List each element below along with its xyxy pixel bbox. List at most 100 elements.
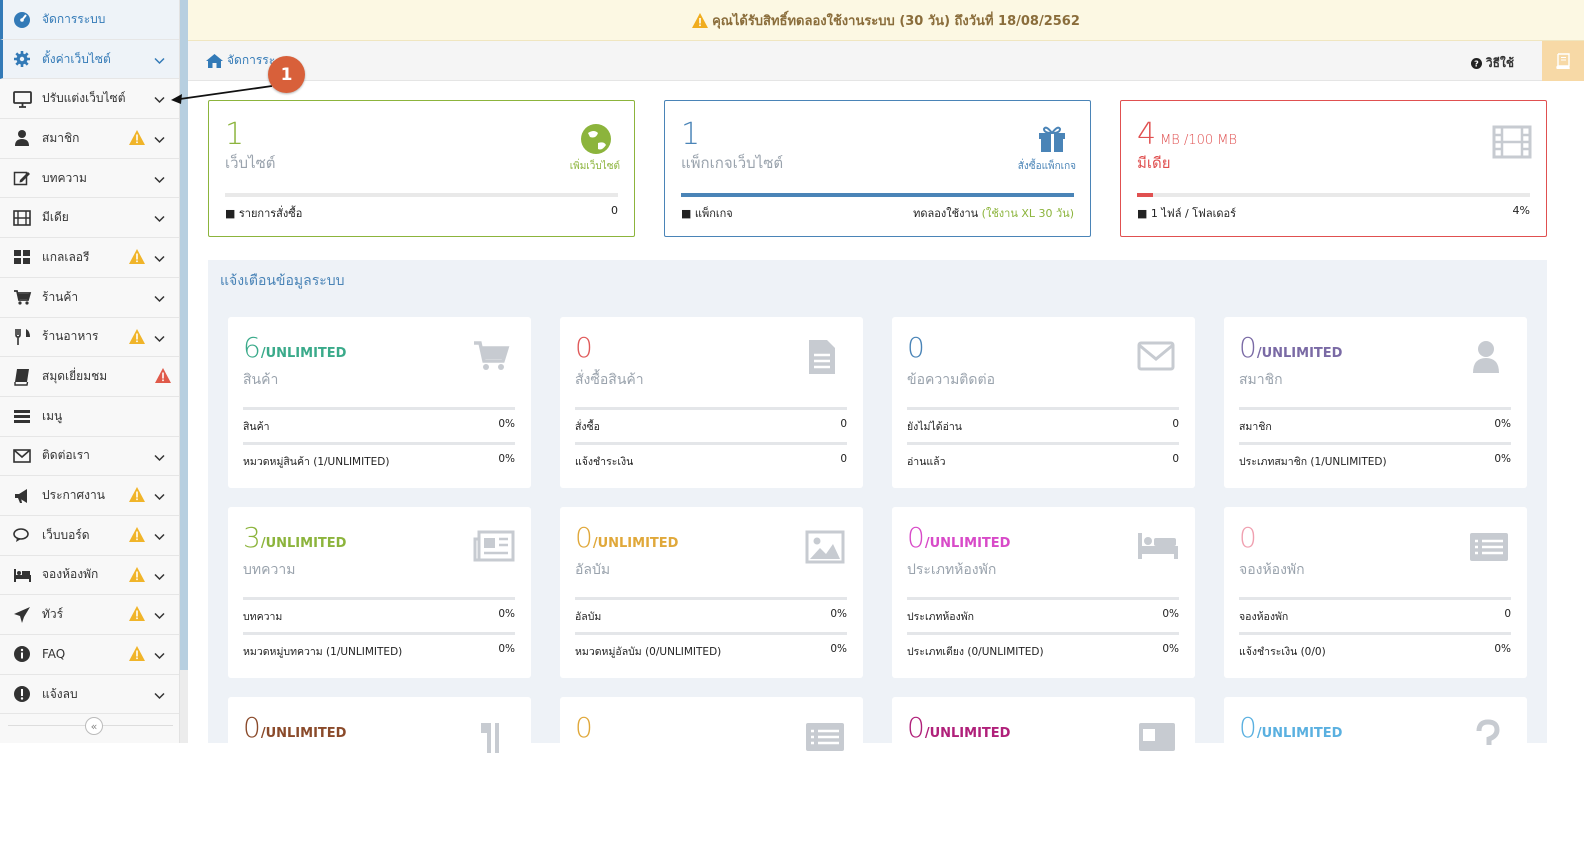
stat-box: 4 MB /100 MB มีเดีย ■ 1 ไฟล์ / โฟลเดอร์ 4… [1120,100,1547,237]
chevron-down-icon[interactable] [154,54,165,68]
stat-action-link[interactable]: เพิ่มเว็บไซต์ [570,159,620,174]
sidebar-item[interactable]: จัดการระบบ [0,0,179,40]
card-progress [243,442,515,445]
card-title: ประเภทห้องพัก [907,562,997,578]
sidebar-item[interactable]: ร้านอาหาร [0,318,179,358]
card-stat-row: แจ้งชำระเงิน 0 [575,442,847,470]
manual-button[interactable] [1542,41,1584,81]
menu-icon [12,406,32,426]
stat-name: แพ็กเกจเว็บไซต์ [681,154,784,172]
card-stat-label: หมวดหมู่สินค้า (1/UNLIMITED) [243,456,390,468]
sidebar-item[interactable]: ร้านค้า [0,278,179,318]
panel-title: แจ้งเตือนข้อมูลระบบ [220,273,345,289]
stat-footer-value: 4% [1512,204,1530,217]
stat-footer-label: ■ แพ็กเกจ [681,207,733,220]
stat-progress [225,193,618,197]
bed-icon [12,565,32,585]
sidebar-scrollbar-thumb[interactable] [180,0,188,670]
chevron-down-icon[interactable] [154,133,165,147]
chevron-down-icon[interactable] [154,490,165,504]
main-content: คุณได้รับสิทธิ์ทดลองใช้งานระบบ (30 วัน) … [188,0,1584,868]
card-stat-label: หมวดหมู่อัลบัม (0/UNLIMITED) [575,646,722,658]
card-stat-value: 0% [498,608,515,620]
sidebar-item[interactable]: สมุดเยี่ยมชม [0,357,179,397]
chevron-down-icon[interactable] [154,292,165,306]
trial-notice-text: คุณได้รับสิทธิ์ทดลองใช้งานระบบ (30 วัน) … [712,13,1080,29]
globe-icon[interactable] [580,123,612,159]
question-icon [1469,719,1511,759]
summary-card: 3/UNLIMITED บทความ บทความ 0% หมวดหมู่บทคว… [228,507,531,678]
chevron-down-icon[interactable] [154,173,165,187]
chevron-down-icon[interactable] [154,609,165,623]
chevron-down-icon[interactable] [154,689,165,703]
sidebar-item-label: เมนู [42,408,63,423]
sidebar-item[interactable]: สมาชิก [0,119,179,159]
chevron-down-icon[interactable] [154,451,165,465]
sidebar-item[interactable]: แจ้งลบ [0,675,179,715]
sidebar-item[interactable]: ปรับแต่งเว็บไซต์ [0,79,179,120]
card-stat-label: ยังไม่ได้อ่าน [907,421,962,433]
sidebar-collapse-button[interactable]: « [85,717,103,735]
sidebar-item[interactable]: แกลเลอรี [0,238,179,278]
howto-link[interactable]: ? วิธีใช้ [1470,54,1514,73]
card-progress [1239,632,1511,635]
exclamation-icon [12,684,32,704]
summary-card: 0 ข้อความติดต่อ ยังไม่ได้อ่าน 0 อ่านแล้ว 0 [892,317,1195,488]
sidebar-item[interactable]: ทัวร์ [0,595,179,635]
card-progress [575,632,847,635]
envelope-icon [12,446,32,466]
card-value: 0/UNLIMITED [907,711,1011,744]
sidebar-item[interactable]: เมนู [0,397,179,437]
card-title: บทความ [243,562,296,578]
dashboard-icon [12,9,32,29]
chevron-down-icon[interactable] [154,332,165,346]
stat-action-link[interactable]: สั่งซื้อแพ็กเกจ [1018,159,1076,174]
chevron-down-icon[interactable] [154,252,165,266]
monitor-icon [12,89,32,109]
stat-progress [681,193,1074,197]
chevron-down-icon[interactable] [154,570,165,584]
newspaper-icon [473,529,515,569]
card-stat-value: 0% [1162,608,1179,620]
user-icon [1469,339,1511,379]
chevron-down-icon[interactable] [154,212,165,226]
card-progress [907,632,1179,635]
card-stat-row: ยังไม่ได้อ่าน 0 [907,407,1179,435]
card-stat-value: 0% [1494,418,1511,430]
stat-value: 4 MB /100 MB [1137,117,1238,152]
sidebar-item[interactable]: ตั้งค่าเว็บไซต์ [0,39,179,80]
sidebar-item[interactable]: ประกาศงาน [0,476,179,516]
card-stat-label: สินค้า [243,421,270,433]
card-progress [907,407,1179,410]
question-circle-icon: ? [1470,58,1482,69]
user-icon [12,128,32,148]
breadcrumb-link[interactable]: จัดการระ [227,51,275,70]
sidebar-item[interactable]: FAQ [0,635,179,675]
card-value: 0/UNLIMITED [575,521,679,554]
chevron-down-icon[interactable] [154,530,165,544]
sidebar-item[interactable]: เว็บบอร์ด [0,516,179,556]
card-stat-value: 0 [1504,608,1511,620]
card-stat-value: 0% [498,418,515,430]
card-stat-label: อัลบัม [575,611,602,623]
sidebar-item[interactable]: บทความ [0,159,179,199]
card-value: 0/UNLIMITED [243,711,347,744]
summary-card: 0/UNLIMITED [228,697,531,868]
home-icon[interactable] [206,53,223,68]
card-title: สินค้า [243,372,279,388]
sidebar-item[interactable]: ติดต่อเรา [0,437,179,477]
sidebar-item[interactable]: มีเดีย [0,198,179,239]
sidebar-item[interactable]: จองห้องพัก [0,556,179,596]
card-stat-value: 0 [840,453,847,465]
chevron-down-icon[interactable] [154,649,165,663]
card-progress [1239,442,1511,445]
grid-icon [12,247,32,267]
card-stat-label: แจ้งชำระเงิน [575,456,634,468]
summary-card: 6/UNLIMITED สินค้า สินค้า 0% หมวดหมู่สินค… [228,317,531,488]
card-progress [243,597,515,600]
sidebar-scrollbar-track[interactable] [180,670,188,743]
card-stat-value: 0% [1494,643,1511,655]
card-title: อัลบัม [575,562,611,578]
gift-icon[interactable] [1036,123,1068,159]
chevron-down-icon[interactable] [154,93,165,107]
